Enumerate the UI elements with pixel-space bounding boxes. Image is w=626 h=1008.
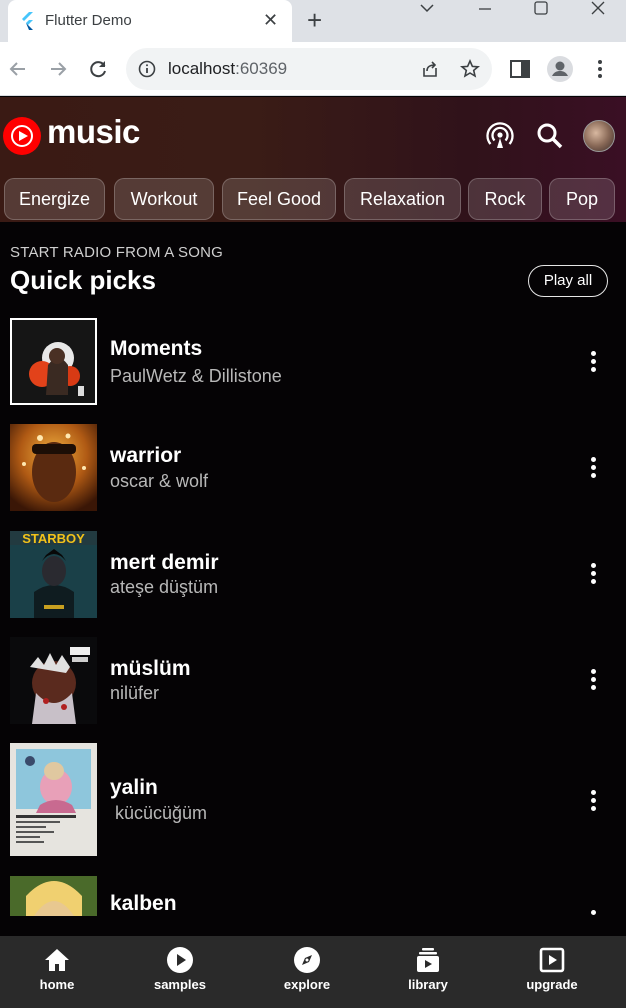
section-title: Quick picks [10, 265, 156, 295]
chip-pop[interactable]: Pop [549, 178, 615, 220]
song-row[interactable]: STARBOY mert demir ateşe düştüm [0, 531, 626, 631]
nav-home[interactable]: home [7, 936, 107, 1008]
album-art-icon [10, 424, 97, 511]
song-row[interactable]: kalben [0, 876, 626, 936]
song-row[interactable]: yalin kücücüğüm [0, 743, 626, 858]
reload-icon[interactable] [86, 57, 110, 81]
album-cover [10, 876, 97, 916]
nav-label: upgrade [526, 977, 578, 992]
youtube-music-logo-icon [3, 117, 41, 155]
nav-label: samples [153, 977, 207, 992]
album-cover [10, 743, 97, 856]
upgrade-icon [539, 947, 565, 973]
song-row[interactable]: Moments PaulWetz & Dillistone [0, 317, 626, 417]
nav-explore[interactable]: explore [257, 936, 357, 1008]
bookmark-star-icon[interactable] [460, 59, 480, 79]
more-options-icon[interactable] [584, 667, 602, 693]
site-info-icon[interactable] [138, 60, 156, 78]
browser-tab-strip: Flutter Demo ✕ + [0, 0, 626, 42]
back-icon[interactable] [6, 57, 30, 81]
song-title: yalin [110, 776, 158, 799]
album-art-icon [10, 637, 97, 724]
tab-close-icon[interactable]: ✕ [263, 11, 278, 29]
share-icon[interactable] [420, 59, 440, 79]
forward-icon[interactable] [46, 57, 70, 81]
app-header: music Energize Workout Feel Good Relaxat… [0, 97, 626, 222]
nav-label: explore [283, 977, 331, 992]
compass-icon [294, 947, 320, 973]
song-artist: nilüfer [110, 683, 160, 703]
album-art-icon: STARBOY [10, 531, 97, 618]
chip-energize[interactable]: Energize [4, 178, 105, 220]
chip-workout[interactable]: Workout [114, 178, 214, 220]
avatar[interactable] [583, 120, 615, 152]
album-art-icon [12, 320, 95, 403]
library-icon [417, 948, 439, 972]
album-cover [10, 424, 97, 511]
album-cover: STARBOY [10, 531, 97, 618]
play-circle-icon [167, 947, 193, 973]
chip-relaxation[interactable]: Relaxation [344, 178, 461, 220]
album-cover [10, 318, 97, 405]
tab-search-icon[interactable] [407, 0, 447, 20]
app-logo-text: music [47, 113, 140, 150]
song-artist: oscar & wolf [110, 471, 209, 491]
tab-title: Flutter Demo [45, 12, 132, 29]
song-title: mert demir [110, 551, 219, 574]
play-all-button[interactable]: Play all [528, 265, 608, 297]
browser-toolbar: localhost:60369 [0, 42, 626, 96]
address-bar[interactable]: localhost:60369 [126, 48, 492, 90]
minimize-icon[interactable] [465, 0, 505, 20]
song-row[interactable]: müslüm nilüfer [0, 637, 626, 737]
browser-tab[interactable]: Flutter Demo ✕ [8, 0, 292, 42]
more-options-icon[interactable] [584, 561, 602, 587]
nav-label: library [408, 977, 448, 992]
album-cover [10, 637, 97, 724]
search-icon[interactable] [535, 121, 565, 151]
more-options-icon[interactable] [584, 349, 602, 375]
nav-upgrade[interactable]: upgrade [502, 936, 602, 1008]
song-title: kalben [110, 892, 177, 915]
song-title: warrior [110, 444, 182, 467]
song-artist: PaulWetz & Dillistone [110, 366, 282, 386]
song-title: müslüm [110, 657, 191, 680]
home-icon [45, 949, 69, 971]
song-title: Moments [110, 337, 203, 360]
cover-text: STARBOY [22, 531, 85, 546]
nav-library[interactable]: library [378, 936, 478, 1008]
url-text: localhost:60369 [168, 59, 288, 78]
maximize-icon[interactable] [521, 0, 561, 20]
song-artist: ateşe düştüm [110, 577, 219, 597]
more-options-icon[interactable] [584, 455, 602, 481]
nav-label: home [39, 977, 75, 992]
app-viewport: music Energize Workout Feel Good Relaxat… [0, 97, 626, 1008]
window-close-icon[interactable] [578, 0, 618, 20]
chip-feel-good[interactable]: Feel Good [222, 178, 336, 220]
album-art-icon [10, 743, 97, 856]
bottom-navigation: home samples explore library upgrade [0, 936, 626, 1008]
new-tab-icon[interactable]: + [307, 6, 322, 34]
song-row[interactable]: warrior oscar & wolf [0, 424, 626, 524]
more-options-icon[interactable] [584, 908, 602, 916]
section-kicker: START RADIO FROM A SONG [10, 244, 223, 261]
profile-icon[interactable] [546, 55, 574, 83]
flutter-icon [22, 12, 33, 30]
more-options-icon[interactable] [584, 788, 602, 814]
cast-icon[interactable] [485, 121, 515, 151]
nav-samples[interactable]: samples [130, 936, 230, 1008]
chip-rock[interactable]: Rock [468, 178, 542, 220]
browser-menu-icon[interactable] [588, 57, 612, 81]
album-art-icon [10, 876, 97, 916]
side-panel-icon[interactable] [508, 57, 532, 81]
song-artist: kücücüğüm [110, 803, 208, 823]
